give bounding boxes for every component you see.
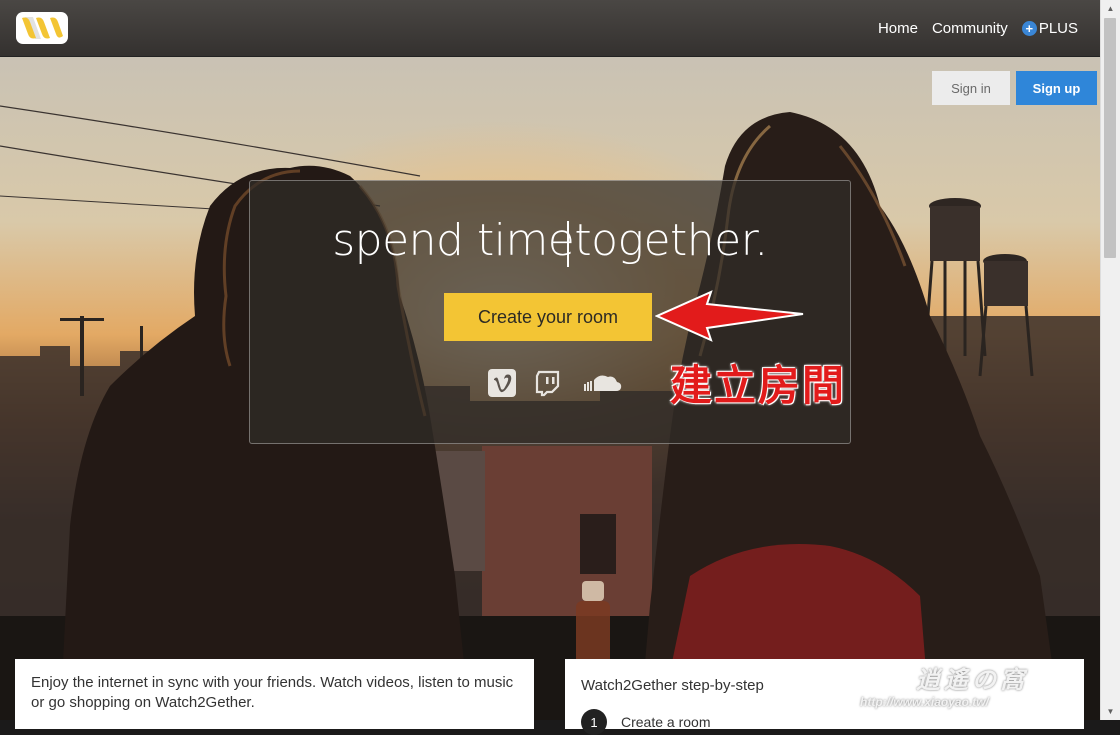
watch2gether-logo[interactable]	[16, 12, 68, 44]
twitch-icon	[534, 369, 562, 397]
site-watermark: 逍遙の窩 http://www.xiaoyao.tw/	[860, 660, 1028, 709]
sign-in-button[interactable]: Sign in	[932, 71, 1010, 105]
step-number: 1	[581, 709, 607, 735]
nav-links: Home Community + PLUS	[878, 0, 1078, 56]
create-room-button[interactable]: Create your room	[444, 293, 652, 341]
nav-community-link[interactable]: Community	[932, 20, 1008, 37]
soundcloud-icon	[580, 371, 622, 395]
vimeo-icon	[488, 369, 516, 397]
supported-services	[488, 369, 622, 397]
nav-home-link[interactable]: Home	[878, 20, 918, 37]
step-label: Create a room	[621, 714, 711, 730]
watermark-url: http://www.xiaoyao.tw/	[860, 695, 989, 709]
scroll-thumb[interactable]	[1104, 18, 1116, 258]
watermark-title: 逍遙の窩	[916, 667, 1028, 694]
plus-icon: +	[1021, 20, 1037, 36]
sign-up-button[interactable]: Sign up	[1016, 71, 1097, 105]
step-item: 1 Create a room	[581, 709, 710, 735]
scroll-up-arrow-icon[interactable]: ▲	[1101, 0, 1120, 17]
nav-plus-link[interactable]: + PLUS	[1021, 19, 1078, 37]
nav-plus-label: PLUS	[1038, 19, 1078, 37]
hero-tagline: spend timetogether.	[332, 215, 768, 266]
top-navbar: Home Community + PLUS	[0, 0, 1120, 57]
browser-scrollbar[interactable]: ▲ ▼	[1100, 0, 1120, 720]
text-caret	[567, 221, 569, 267]
annotation-arrow-icon	[655, 290, 804, 342]
annotation-label: 建立房間	[670, 361, 847, 410]
intro-text: Enjoy the internet in sync with your fri…	[31, 674, 514, 711]
intro-card: Enjoy the internet in sync with your fri…	[15, 659, 534, 729]
scroll-down-arrow-icon[interactable]: ▼	[1101, 703, 1120, 720]
